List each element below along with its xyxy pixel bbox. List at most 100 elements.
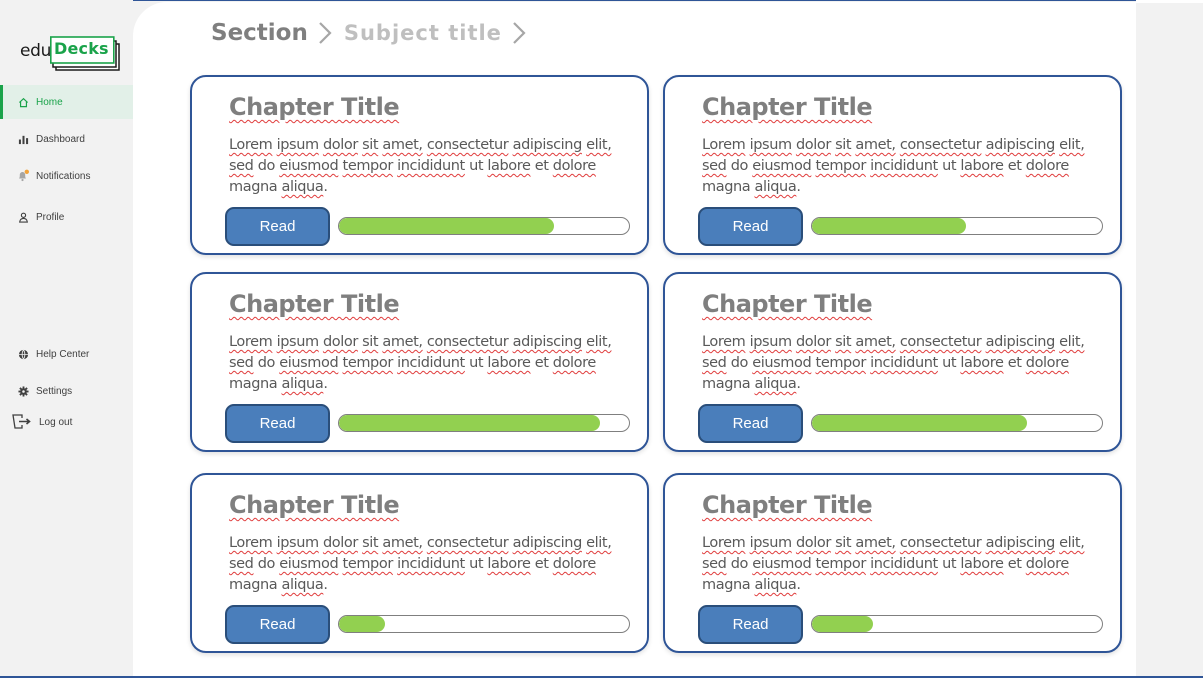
sidebar-item-help-center[interactable]: Help Center xyxy=(0,337,133,371)
description-word: Lorem xyxy=(229,535,273,551)
description-word: sed xyxy=(229,158,254,174)
description-word: amet, xyxy=(855,535,896,551)
description-word: labore xyxy=(960,158,1004,174)
description-word: do xyxy=(257,355,276,371)
gear-icon xyxy=(16,384,30,398)
description-word: elit, xyxy=(586,334,612,350)
read-button[interactable]: Read xyxy=(225,605,330,644)
description-word: . xyxy=(796,577,801,593)
progress-bar xyxy=(811,615,1103,633)
sidebar-item-label: Log out xyxy=(39,416,73,428)
read-button[interactable]: Read xyxy=(225,404,330,443)
chapter-title: Chapter Title xyxy=(702,93,873,121)
description-word: sed xyxy=(702,556,727,572)
description-word: elit, xyxy=(1059,535,1085,551)
description-word: ut xyxy=(469,355,484,371)
description-word: incididunt xyxy=(397,158,465,174)
progress-bar xyxy=(338,414,630,432)
description-word: adipiscing xyxy=(985,137,1056,153)
edudecks-logo[interactable]: edu Decks xyxy=(16,36,124,76)
progress-bar xyxy=(338,615,630,633)
logo-prefix: edu xyxy=(20,41,52,61)
progress-fill xyxy=(812,616,873,632)
description-word: elit, xyxy=(1059,334,1085,350)
description-word: dolor xyxy=(322,137,358,153)
description-word: sed xyxy=(229,355,254,371)
chapter-card: Chapter Title Lorem ipsum dolor sit amet… xyxy=(190,473,649,653)
description-word: ut xyxy=(942,355,957,371)
description-word: dolore xyxy=(1025,556,1070,572)
description-word: . xyxy=(323,179,328,195)
description-word: et xyxy=(534,556,549,572)
description-word: consectetur xyxy=(426,334,509,350)
sidebar-item-profile[interactable]: Profile xyxy=(0,200,133,234)
description-word: dolore xyxy=(1025,355,1070,371)
description-word: sit xyxy=(362,535,379,551)
chevron-right-icon xyxy=(512,21,526,45)
description-word: eiusmod xyxy=(752,158,812,174)
chapter-description: Lorem ipsum dolor sit amet, consectetur … xyxy=(229,533,621,596)
description-word: magna xyxy=(229,376,278,392)
sidebar-item-dashboard[interactable]: Dashboard xyxy=(0,122,133,156)
description-word: ut xyxy=(942,158,957,174)
sidebar-item-label: Dashboard xyxy=(36,133,85,145)
description-word: dolore xyxy=(552,556,597,572)
sidebar-item-logout[interactable]: Log out xyxy=(0,405,133,439)
description-word: sed xyxy=(229,556,254,572)
description-word: incididunt xyxy=(870,556,938,572)
sidebar-item-settings[interactable]: Settings xyxy=(0,374,133,408)
logo-name: Decks xyxy=(54,39,109,58)
chapter-card: Chapter Title Lorem ipsum dolor sit amet… xyxy=(190,272,649,452)
description-word: ipsum xyxy=(276,535,320,551)
bar-chart-icon xyxy=(16,132,30,146)
description-word: dolore xyxy=(1025,158,1070,174)
progress-fill xyxy=(339,218,554,234)
description-word: consectetur xyxy=(899,334,982,350)
home-icon xyxy=(16,95,30,109)
description-word: adipiscing xyxy=(512,334,583,350)
chapter-card: Chapter Title Lorem ipsum dolor sit amet… xyxy=(663,473,1122,653)
description-word: tempor xyxy=(815,355,867,371)
description-word: amet, xyxy=(855,137,896,153)
progress-fill xyxy=(339,415,600,431)
description-word: do xyxy=(257,158,276,174)
sidebar-item-notifications[interactable]: Notifications xyxy=(0,159,133,193)
breadcrumb-section[interactable]: Section xyxy=(211,20,308,46)
sidebar-item-label: Home xyxy=(36,96,63,108)
breadcrumb-subject[interactable]: Subject title xyxy=(344,21,502,45)
description-word: incididunt xyxy=(397,556,465,572)
description-word: consectetur xyxy=(899,137,982,153)
read-button[interactable]: Read xyxy=(225,207,330,246)
description-word: Lorem xyxy=(702,137,746,153)
globe-icon xyxy=(16,347,30,361)
description-word: ipsum xyxy=(749,535,793,551)
progress-bar xyxy=(811,414,1103,432)
main-content: Section Subject title Chapter Title Lore… xyxy=(133,2,1136,676)
description-word: ipsum xyxy=(749,334,793,350)
description-word: ut xyxy=(942,556,957,572)
description-word: amet, xyxy=(855,334,896,350)
description-word: magna xyxy=(702,577,751,593)
read-button[interactable]: Read xyxy=(698,404,803,443)
description-word: et xyxy=(534,158,549,174)
description-word: aliqua xyxy=(281,577,324,593)
description-word: labore xyxy=(960,556,1004,572)
description-word: amet, xyxy=(382,137,423,153)
progress-fill xyxy=(812,415,1027,431)
chapter-title: Chapter Title xyxy=(229,491,400,519)
description-word: dolore xyxy=(552,158,597,174)
chapter-description: Lorem ipsum dolor sit amet, consectetur … xyxy=(702,332,1094,395)
read-button[interactable]: Read xyxy=(698,207,803,246)
description-word: tempor xyxy=(815,158,867,174)
chapter-description: Lorem ipsum dolor sit amet, consectetur … xyxy=(702,135,1094,198)
description-word: incididunt xyxy=(870,158,938,174)
sidebar-item-home[interactable]: Home xyxy=(0,85,133,119)
read-button[interactable]: Read xyxy=(698,605,803,644)
description-word: eiusmod xyxy=(752,556,812,572)
description-word: incididunt xyxy=(870,355,938,371)
description-word: labore xyxy=(487,556,531,572)
description-word: do xyxy=(730,158,749,174)
description-word: sit xyxy=(362,334,379,350)
user-icon xyxy=(16,210,30,224)
description-word: labore xyxy=(960,355,1004,371)
